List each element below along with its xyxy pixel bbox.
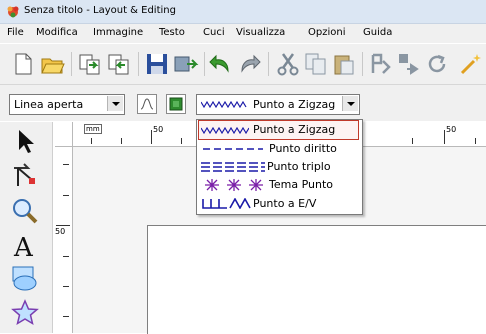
toolbar-separator bbox=[362, 52, 363, 76]
ruler-corner bbox=[55, 122, 73, 147]
design-page[interactable] bbox=[147, 225, 486, 334]
copy-icon[interactable] bbox=[303, 51, 329, 77]
main-toolbar bbox=[0, 44, 486, 85]
ruler-tick bbox=[91, 138, 92, 144]
ruler-tick bbox=[444, 130, 445, 144]
stitch-option-label: Punto triplo bbox=[267, 160, 331, 173]
svg-text:A: A bbox=[13, 233, 34, 260]
zigzag-stitch-icon bbox=[201, 100, 247, 109]
menu-bar: File Modifica Immagine Testo Cuci Visual… bbox=[0, 24, 486, 43]
flip-icon[interactable] bbox=[396, 51, 422, 77]
stitch-option-label: Tema Punto bbox=[269, 178, 333, 191]
stitch-option-label: Punto diritto bbox=[269, 142, 337, 155]
tool-palette: A bbox=[0, 122, 53, 333]
menu-testo[interactable]: Testo bbox=[159, 27, 185, 38]
point-edit-icon[interactable] bbox=[10, 160, 40, 190]
stitch-option-ev[interactable]: Punto a E/V bbox=[199, 195, 358, 213]
stitch-icon[interactable] bbox=[368, 51, 394, 77]
ruler-tick bbox=[151, 130, 152, 144]
wizard-icon[interactable] bbox=[458, 51, 484, 77]
toolbar-separator bbox=[71, 52, 72, 76]
menu-cuci[interactable]: Cuci bbox=[203, 27, 225, 38]
stitch-type-value: Punto a Zigzag bbox=[253, 98, 336, 111]
ruler-tick bbox=[63, 256, 69, 257]
menu-opzioni[interactable]: Opzioni bbox=[308, 27, 345, 38]
zigzag-stitch-icon bbox=[201, 126, 249, 135]
new-icon[interactable] bbox=[10, 51, 36, 77]
ruler-tick bbox=[412, 138, 413, 144]
star-shape-icon[interactable] bbox=[10, 298, 40, 328]
chevron-down-icon[interactable] bbox=[342, 96, 358, 111]
redo-icon[interactable] bbox=[236, 51, 262, 77]
fill-color-icon[interactable] bbox=[166, 94, 186, 114]
stitch-option-label: Punto a E/V bbox=[253, 197, 317, 210]
menu-visualizza[interactable]: Visualizza bbox=[236, 27, 285, 38]
toolbar-separator bbox=[204, 52, 205, 76]
ruler-tick bbox=[181, 138, 182, 144]
line-type-value: Linea aperta bbox=[14, 98, 84, 111]
ruler-unit-label: mm bbox=[84, 124, 102, 134]
send-icon[interactable] bbox=[173, 51, 199, 77]
stitch-option-straight[interactable]: Punto diritto bbox=[199, 140, 358, 158]
stitch-option-label: Punto a Zigzag bbox=[253, 123, 336, 136]
motif-stitch-icon bbox=[205, 179, 263, 191]
line-color-icon[interactable] bbox=[137, 94, 157, 114]
save-icon[interactable] bbox=[144, 51, 170, 77]
select-arrow-icon[interactable] bbox=[10, 126, 40, 156]
toolbar-separator bbox=[138, 52, 139, 76]
shape-tool-icon[interactable] bbox=[10, 264, 40, 294]
stitch-option-motif[interactable]: Tema Punto bbox=[199, 176, 358, 194]
stitch-option-zigzag[interactable]: Punto a Zigzag bbox=[198, 120, 359, 140]
chevron-down-icon[interactable] bbox=[107, 96, 123, 111]
title-bar: Senza titolo - Layout & Editing bbox=[0, 0, 486, 24]
menu-modifica[interactable]: Modifica bbox=[36, 27, 78, 38]
stitch-option-triple[interactable]: Punto triplo bbox=[199, 158, 358, 176]
straight-stitch-icon bbox=[203, 148, 263, 150]
ruler-tick bbox=[56, 225, 70, 226]
text-tool-icon[interactable]: A bbox=[10, 230, 40, 260]
ruler-tick bbox=[63, 316, 69, 317]
triple-stitch-icon bbox=[201, 162, 265, 172]
window-title: Senza titolo - Layout & Editing bbox=[24, 5, 176, 16]
paste-icon[interactable] bbox=[331, 51, 357, 77]
zoom-icon[interactable] bbox=[10, 196, 40, 226]
ruler-label: 50 bbox=[153, 125, 164, 134]
undo-icon[interactable] bbox=[208, 51, 234, 77]
cut-icon[interactable] bbox=[275, 51, 301, 77]
menu-file[interactable]: File bbox=[7, 27, 24, 38]
ruler-label: 50 bbox=[55, 227, 66, 236]
menu-immagine[interactable]: Immagine bbox=[93, 27, 143, 38]
ruler-tick bbox=[63, 286, 69, 287]
ruler-tick bbox=[475, 138, 476, 144]
toolbar-separator bbox=[268, 52, 269, 76]
stitch-type-select[interactable]: Punto a Zigzag bbox=[196, 94, 360, 115]
line-type-select[interactable]: Linea aperta bbox=[9, 94, 125, 115]
ruler-tick bbox=[121, 138, 122, 144]
import-icon[interactable] bbox=[77, 51, 103, 77]
ruler-label: 50 bbox=[446, 125, 457, 134]
ruler-tick bbox=[63, 164, 69, 165]
app-logo-icon bbox=[7, 6, 19, 18]
menu-guida[interactable]: Guida bbox=[363, 27, 392, 38]
stitch-type-dropdown: Punto a Zigzag Punto diritto Punto tripl… bbox=[196, 119, 363, 215]
open-icon[interactable] bbox=[40, 51, 66, 77]
vertical-ruler: 50 bbox=[55, 146, 73, 333]
ruler-tick bbox=[63, 195, 69, 196]
export-icon[interactable] bbox=[106, 51, 132, 77]
rotate-icon[interactable] bbox=[424, 51, 450, 77]
ev-stitch-icon bbox=[202, 198, 251, 209]
